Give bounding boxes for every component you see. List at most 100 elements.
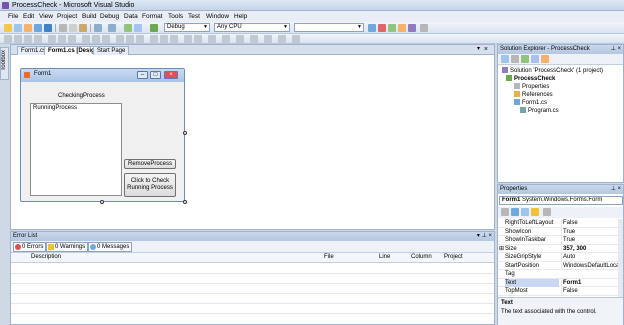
property-row[interactable]: StartPosition WindowsDefaultLocation — [498, 261, 619, 270]
menu-view[interactable]: View — [39, 12, 53, 21]
toolbox-dock-tab[interactable]: Toolbox — [0, 47, 9, 80]
menu-help[interactable]: Help — [234, 12, 247, 21]
categorized-icon[interactable] — [501, 208, 509, 216]
property-value[interactable]: True — [561, 227, 619, 236]
cut-icon[interactable] — [59, 24, 67, 32]
panel-controls[interactable]: ⊥ × — [611, 185, 621, 194]
property-value[interactable]: True — [561, 236, 619, 244]
bring-to-front-icon[interactable] — [184, 35, 192, 43]
make-same-width-icon[interactable] — [82, 35, 90, 43]
object-selector[interactable]: Form1 System.Windows.Forms.Form — [499, 196, 623, 205]
solution-platform-select[interactable]: Any CPU ▼ — [214, 23, 290, 32]
format-icon[interactable] — [250, 35, 258, 43]
property-grid-scrollbar[interactable] — [618, 219, 623, 297]
menu-data[interactable]: Data — [124, 12, 138, 21]
navigate-icon[interactable] — [124, 24, 132, 32]
remove-process-button[interactable]: RemoveProcess — [124, 159, 176, 169]
make-same-height-icon[interactable] — [102, 35, 110, 43]
object-browser-icon[interactable] — [398, 24, 406, 32]
tree-item-solution[interactable]: Solution 'ProcessCheck' (1 project) — [502, 67, 603, 75]
find-combo[interactable]: ▼ — [294, 23, 364, 32]
tab-order-icon[interactable] — [208, 35, 216, 43]
property-value[interactable]: 357, 300 — [561, 244, 619, 253]
horizontal-spacing-icon[interactable] — [116, 35, 124, 43]
solution-explorer-icon[interactable] — [378, 24, 386, 32]
menu-edit[interactable]: Edit — [23, 12, 34, 21]
maximize-icon[interactable]: □ — [150, 71, 161, 79]
property-row[interactable]: RightToLeftLayout False — [498, 219, 619, 228]
refresh-icon[interactable] — [521, 55, 529, 63]
size-to-grid-icon[interactable] — [92, 35, 100, 43]
minimize-icon[interactable]: – — [137, 71, 148, 79]
property-row[interactable]: ShowInTaskbar True — [498, 236, 619, 245]
copy-icon[interactable] — [69, 24, 77, 32]
tree-item-project[interactable]: ProcessCheck — [506, 75, 555, 83]
column-column[interactable]: Column — [411, 254, 432, 260]
paste-icon[interactable] — [79, 24, 87, 32]
column-file[interactable]: File — [324, 254, 334, 260]
format-icon[interactable] — [264, 35, 272, 43]
resize-handle[interactable] — [100, 200, 104, 204]
toolbar-options-icon[interactable] — [420, 24, 428, 32]
check-running-process-button[interactable]: Click to Check Running Process — [124, 173, 176, 197]
tab-list-arrow-icon[interactable]: ▾ — [477, 45, 480, 52]
resize-handle[interactable] — [183, 131, 187, 135]
panel-controls[interactable]: ▾ ⊥ × — [477, 232, 492, 241]
menu-file[interactable]: File — [8, 12, 18, 21]
property-row[interactable]: Tag — [498, 270, 619, 279]
property-value[interactable]: False — [561, 287, 619, 295]
property-row[interactable]: ⊞ Size 357, 300 — [498, 244, 619, 253]
center-vertically-icon[interactable] — [170, 35, 178, 43]
new-project-icon[interactable] — [4, 24, 12, 32]
align-rights-icon[interactable] — [34, 35, 42, 43]
add-item-icon[interactable] — [14, 24, 22, 32]
save-icon[interactable] — [34, 24, 42, 32]
expand-icon[interactable]: ⊞ — [499, 245, 504, 253]
align-lefts-icon[interactable] — [14, 35, 22, 43]
format-icon[interactable] — [236, 35, 244, 43]
resize-handle[interactable] — [183, 200, 187, 204]
menu-tools[interactable]: Tools — [168, 12, 183, 21]
align-bottoms-icon[interactable] — [68, 35, 76, 43]
messages-filter-button[interactable]: 0 Messages — [88, 242, 133, 252]
close-icon[interactable]: × — [164, 71, 178, 79]
center-horizontally-icon[interactable] — [160, 35, 168, 43]
align-tops-icon[interactable] — [48, 35, 56, 43]
solution-configuration-select[interactable]: Debug ▼ — [164, 23, 210, 32]
view-code-icon[interactable] — [531, 55, 539, 63]
alphabetical-icon[interactable] — [511, 208, 519, 216]
column-description[interactable]: Description — [31, 254, 61, 260]
decrease-spacing-icon[interactable] — [136, 35, 144, 43]
panel-controls[interactable]: ⊥ × — [611, 45, 621, 54]
property-row[interactable]: SizeGripStyle Auto — [498, 253, 619, 262]
property-value[interactable]: False — [561, 219, 619, 227]
menu-test[interactable]: Test — [188, 12, 200, 21]
events-icon[interactable] — [531, 208, 539, 216]
tree-item-form1[interactable]: Form1.cs — [514, 99, 547, 107]
warnings-filter-button[interactable]: 0 Warnings — [46, 242, 89, 252]
find-in-files-icon[interactable] — [368, 24, 376, 32]
show-all-files-icon[interactable] — [511, 55, 519, 63]
align-to-grid-icon[interactable] — [4, 35, 12, 43]
property-row-selected[interactable]: Text Form1 — [498, 278, 619, 287]
menu-build[interactable]: Build — [82, 12, 96, 21]
save-all-icon[interactable] — [44, 24, 52, 32]
toolbar-options-icon[interactable] — [292, 35, 300, 43]
property-pages-icon[interactable] — [543, 208, 551, 216]
menu-format[interactable]: Format — [142, 12, 163, 21]
align-middles-icon[interactable] — [58, 35, 66, 43]
format-icon[interactable] — [278, 35, 286, 43]
undo-icon[interactable] — [94, 24, 102, 32]
tree-item-program[interactable]: Program.cs — [520, 107, 559, 115]
lock-controls-icon[interactable] — [222, 35, 230, 43]
checking-process-label[interactable]: CheckingProcess — [58, 93, 105, 99]
close-icon[interactable]: × — [484, 46, 488, 53]
align-centers-icon[interactable] — [24, 35, 32, 43]
properties-icon[interactable] — [501, 55, 509, 63]
column-line[interactable]: Line — [379, 254, 390, 260]
menu-debug[interactable]: Debug — [100, 12, 119, 21]
property-row[interactable]: ShowIcon True — [498, 227, 619, 236]
properties-window-icon[interactable] — [388, 24, 396, 32]
start-debugging-icon[interactable] — [150, 24, 158, 32]
menu-project[interactable]: Project — [57, 12, 77, 21]
